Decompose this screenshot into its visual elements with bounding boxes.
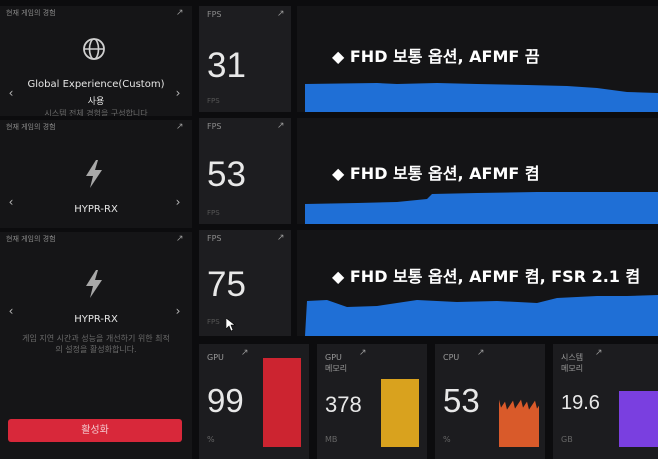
- card-header: 현재 게임의 경험: [6, 9, 56, 17]
- next-arrow-icon[interactable]: ›: [170, 304, 186, 318]
- prev-arrow-icon[interactable]: ‹: [3, 195, 19, 209]
- metric-cpu: CPU ↗ 53 %: [435, 344, 545, 459]
- metric-unit: %: [443, 435, 451, 444]
- fps-trace-area: [305, 83, 658, 112]
- metric-label: GPU: [207, 353, 224, 362]
- experience-subtitle: 사용: [87, 97, 105, 107]
- metric-unit: GB: [561, 435, 573, 444]
- experience-title: HYPR-RX: [74, 204, 118, 215]
- metric-system-memory: 시스템 메모리 ↗ 19.6 GB: [553, 344, 658, 459]
- fps-trace-area: [305, 192, 658, 224]
- expand-icon[interactable]: ↗: [477, 348, 485, 358]
- lightning-icon: [86, 160, 102, 188]
- experience-title: Global Experience(Custom): [27, 79, 165, 90]
- caption-2: ◆ FHD 보통 옵션, AFMF 켬: [332, 164, 540, 183]
- fps-value: 75: [207, 265, 246, 304]
- experience-desc: 게임 지연 시간과 성능을 개선하기 위한 최적의 설정을 활성화합니다.: [22, 334, 170, 354]
- mouse-cursor-icon: [226, 318, 236, 332]
- expand-icon[interactable]: ↗: [277, 121, 285, 131]
- activate-button[interactable]: 활성화: [8, 419, 182, 442]
- caption-1: ◆ FHD 보통 옵션, AFMF 끔: [332, 47, 540, 66]
- expand-icon[interactable]: ↗: [595, 348, 603, 358]
- metric-label: 시스템 메모리: [561, 353, 584, 373]
- experience-desc: 시스템 전체 경험을 구성합니다: [44, 109, 148, 116]
- metric-value: 378: [325, 392, 362, 417]
- card-header: 현재 게임의 경험: [6, 123, 56, 131]
- prev-arrow-icon[interactable]: ‹: [3, 86, 19, 100]
- metric-value: 19.6: [561, 392, 600, 414]
- expand-icon[interactable]: ↗: [241, 348, 249, 358]
- next-arrow-icon[interactable]: ›: [170, 86, 186, 100]
- metric-label: CPU: [443, 353, 460, 362]
- caption-3: ◆ FHD 보통 옵션, AFMF 켬, FSR 2.1 켬: [332, 267, 641, 286]
- metric-gpu: GPU ↗ 99 %: [199, 344, 309, 459]
- fps-box-1: FPS ↗ 31 FPS: [199, 6, 291, 112]
- metric-label: GPU 메모리: [325, 353, 348, 373]
- expand-icon[interactable]: ↗: [277, 9, 285, 19]
- prev-arrow-icon[interactable]: ‹: [3, 304, 19, 318]
- metric-value: 53: [443, 382, 480, 419]
- fps-trace-area: [305, 295, 658, 336]
- experience-title: HYPR-RX: [74, 314, 118, 325]
- fps-box-2: FPS ↗ 53 FPS: [199, 118, 291, 224]
- cpu-usage-graph: [499, 399, 539, 447]
- fps-value: 53: [207, 155, 246, 194]
- fps-value: 31: [207, 46, 246, 85]
- fps-unit: FPS: [207, 209, 220, 217]
- cpu-usage-area: [499, 399, 539, 447]
- system-memory-bar: [619, 391, 658, 447]
- expand-icon[interactable]: ↗: [176, 234, 184, 244]
- next-arrow-icon[interactable]: ›: [170, 195, 186, 209]
- fps-box-3: FPS ↗ 75 FPS: [199, 230, 291, 336]
- fps-label: FPS: [207, 10, 222, 19]
- expand-icon[interactable]: ↗: [277, 233, 285, 243]
- globe-icon: [83, 38, 105, 60]
- card-header: 현재 게임의 경험: [6, 235, 56, 243]
- metric-value: 99: [207, 382, 244, 419]
- experience-card-hypr-rx-1: 현재 게임의 경험 ↗ ‹ › HYPR-RX: [0, 120, 192, 228]
- gpu-usage-bar: [263, 358, 301, 447]
- fps-unit: FPS: [207, 97, 220, 105]
- metric-unit: MB: [325, 435, 338, 444]
- fps-label: FPS: [207, 234, 222, 243]
- lightning-icon: [86, 270, 102, 298]
- metric-gpu-memory: GPU 메모리 ↗ 378 MB: [317, 344, 427, 459]
- experience-card-global: 현재 게임의 경험 ↗ ‹ › Global Experience(Custom…: [0, 6, 192, 116]
- expand-icon[interactable]: ↗: [359, 348, 367, 358]
- gpu-memory-bar: [381, 379, 419, 447]
- fps-unit: FPS: [207, 318, 220, 326]
- metric-unit: %: [207, 435, 215, 444]
- expand-icon[interactable]: ↗: [176, 122, 184, 132]
- expand-icon[interactable]: ↗: [176, 8, 184, 18]
- fps-label: FPS: [207, 122, 222, 131]
